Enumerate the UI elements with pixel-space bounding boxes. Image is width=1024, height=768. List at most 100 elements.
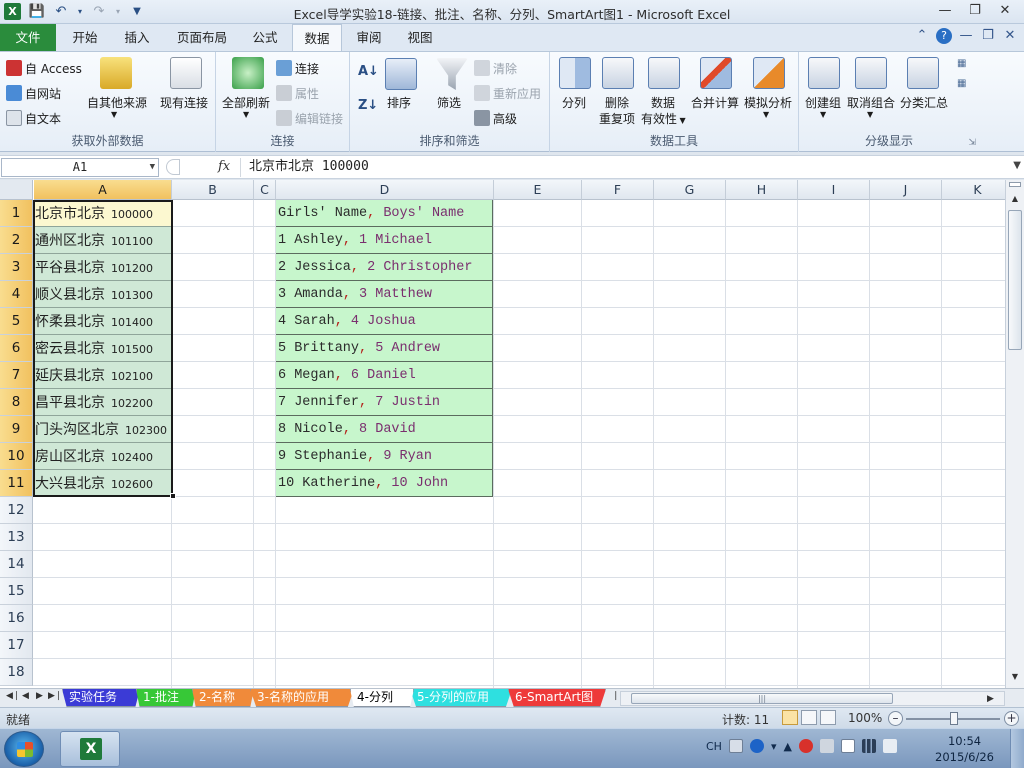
what-if-dropdown-icon[interactable]: ▼ [763,110,769,119]
tab-page-layout[interactable]: 页面布局 [166,24,238,51]
sheet-tab-2[interactable]: 1-批注 [136,689,196,707]
column-header-k[interactable]: K [942,180,1005,200]
tab-data[interactable]: 数据 [292,24,342,51]
column-header-g[interactable]: G [654,180,726,200]
show-hidden-icons-icon[interactable]: ▲ [783,740,791,753]
taskbar-excel-button[interactable]: X [60,731,120,767]
row-header-3[interactable]: 3 [0,254,33,281]
refresh-all-button[interactable]: 全部刷新 [222,94,270,111]
cell-d9[interactable]: 8 Nicole, 8 David [276,416,493,443]
subtotal-button[interactable]: 分类汇总 [900,94,948,111]
text-to-columns-button[interactable]: 分列 [562,94,586,111]
advanced-filter-button[interactable]: 高级 [474,110,517,127]
show-desktop-button[interactable] [1010,729,1024,768]
minimize-icon[interactable]: — [930,1,960,21]
reapply-button[interactable]: 重新应用 [474,85,541,102]
ungroup-button[interactable]: 取消组合 [847,94,895,111]
existing-connections-button[interactable]: 现有连接 [160,94,208,111]
keyboard-icon[interactable] [728,739,743,753]
expand-formula-bar-icon[interactable]: ▼ [1013,160,1021,171]
what-if-analysis-button[interactable]: 模拟分析 [744,94,792,111]
sheet-tab-7[interactable]: 6-SmartArt图 [508,689,606,707]
cell-a5[interactable]: 怀柔县北京 101400 [34,308,172,335]
cell-a3[interactable]: 平谷县北京 101200 [34,254,172,281]
row-header-7[interactable]: 7 [0,362,33,389]
cell-a1[interactable]: 北京市北京 100000 [34,200,172,227]
sort-button[interactable]: 排序 [387,94,411,111]
cell-a10[interactable]: 房山区北京 102400 [34,443,172,470]
column-header-h[interactable]: H [726,180,798,200]
from-access-button[interactable]: 自 Access [6,60,82,77]
cell-d4[interactable]: 3 Amanda, 3 Matthew [276,281,493,308]
other-sources-dropdown-icon[interactable]: ▼ [111,110,117,119]
cell-d1[interactable]: Girls' Name, Boys' Name [276,200,493,227]
sort-az-icon[interactable]: A↓ [358,64,379,79]
row-header-12[interactable]: 12 [0,497,33,524]
first-sheet-icon[interactable]: ◀❘ [6,691,20,701]
properties-button[interactable]: 属性 [276,85,319,102]
column-header-b[interactable]: B [172,180,254,200]
cell-d6[interactable]: 5 Brittany, 5 Andrew [276,335,493,362]
sort-za-icon[interactable]: Z↓ [358,98,378,113]
formula-input[interactable]: 北京市北京 100000 [240,158,1005,177]
tab-home[interactable]: 开始 [62,24,108,51]
tab-view[interactable]: 视图 [398,24,442,51]
zoom-level[interactable]: 100% [848,711,882,725]
fill-handle[interactable] [170,493,176,499]
insert-function-icon[interactable]: fx [218,159,230,174]
connections-button[interactable]: 连接 [276,60,319,77]
last-sheet-icon[interactable]: ▶❘ [48,691,62,701]
vertical-scroll-thumb[interactable] [1008,210,1022,350]
cell-a6[interactable]: 密云县北京 101500 [34,335,172,362]
consolidate-button[interactable]: 合并计算 [691,94,739,111]
page-break-view-icon[interactable] [820,710,836,725]
restore-icon[interactable]: ❐ [960,1,990,21]
cell-a4[interactable]: 顺义县北京 101300 [34,281,172,308]
remove-duplicates-button[interactable]: 删除 [605,94,629,111]
outline-dialog-launcher-icon[interactable]: ⇲ [968,138,976,148]
sheet-tab-1[interactable]: 实验任务 [62,689,140,707]
hide-detail-icon[interactable]: ▦ [957,78,966,89]
help-icon[interactable]: ? [936,28,952,44]
scroll-up-icon[interactable]: ▲ [1008,192,1022,206]
vertical-scrollbar[interactable]: ▲ ▼ [1005,180,1024,688]
tab-formulas[interactable]: 公式 [244,24,286,51]
close-icon[interactable]: ✕ [990,1,1020,21]
horizontal-scroll-thumb[interactable]: ||| [631,693,893,704]
cell-a7[interactable]: 延庆县北京 102100 [34,362,172,389]
doc-close-icon[interactable]: ✕ [1002,28,1018,44]
scroll-right-icon[interactable]: ▶ [987,694,994,704]
row-header-18[interactable]: 18 [0,659,33,686]
row-header-8[interactable]: 8 [0,389,33,416]
cell-d8[interactable]: 7 Jennifer, 7 Justin [276,389,493,416]
validation-dropdown-icon[interactable]: ▼ [677,116,686,125]
row-header-10[interactable]: 10 [0,443,33,470]
action-center-icon[interactable] [840,739,855,753]
cell-a8[interactable]: 昌平县北京 102200 [34,389,172,416]
volume-icon[interactable] [882,739,897,753]
column-header-a[interactable]: A [34,180,172,200]
worksheet-grid[interactable]: ABCDEFGHIJK 1 2 3 4 5 6 7 8 9 10 11 12 13 14 15 16 17 18 … [0,180,1005,688]
input-language[interactable]: CH [706,740,722,753]
column-header-f[interactable]: F [582,180,654,200]
prev-sheet-icon[interactable]: ◀ [22,691,29,701]
zoom-slider-thumb[interactable] [950,712,958,725]
row-header-14[interactable]: 14 [0,551,33,578]
row-header-13[interactable]: 13 [0,524,33,551]
cell-d7[interactable]: 6 Megan, 6 Daniel [276,362,493,389]
row-header-4[interactable]: 4 [0,281,33,308]
other-sources-button[interactable]: 自其他来源 [87,94,147,111]
row-header-9[interactable]: 9 [0,416,33,443]
cell-d2[interactable]: 1 Ashley, 1 Michael [276,227,493,254]
cell-d3[interactable]: 2 Jessica, 2 Christopher [276,254,493,281]
zoom-out-icon[interactable]: – [888,711,903,726]
ungroup-dropdown-icon[interactable]: ▼ [867,110,873,119]
network-icon[interactable] [861,739,876,753]
column-header-e[interactable]: E [494,180,582,200]
page-layout-view-icon[interactable] [801,710,817,725]
name-box-dropdown-icon[interactable]: ▼ [150,159,155,176]
doc-restore-icon[interactable]: ❐ [980,28,996,44]
refresh-all-dropdown-icon[interactable]: ▼ [243,110,249,119]
group-dropdown-icon[interactable]: ▼ [820,110,826,119]
zoom-in-icon[interactable]: + [1004,711,1019,726]
